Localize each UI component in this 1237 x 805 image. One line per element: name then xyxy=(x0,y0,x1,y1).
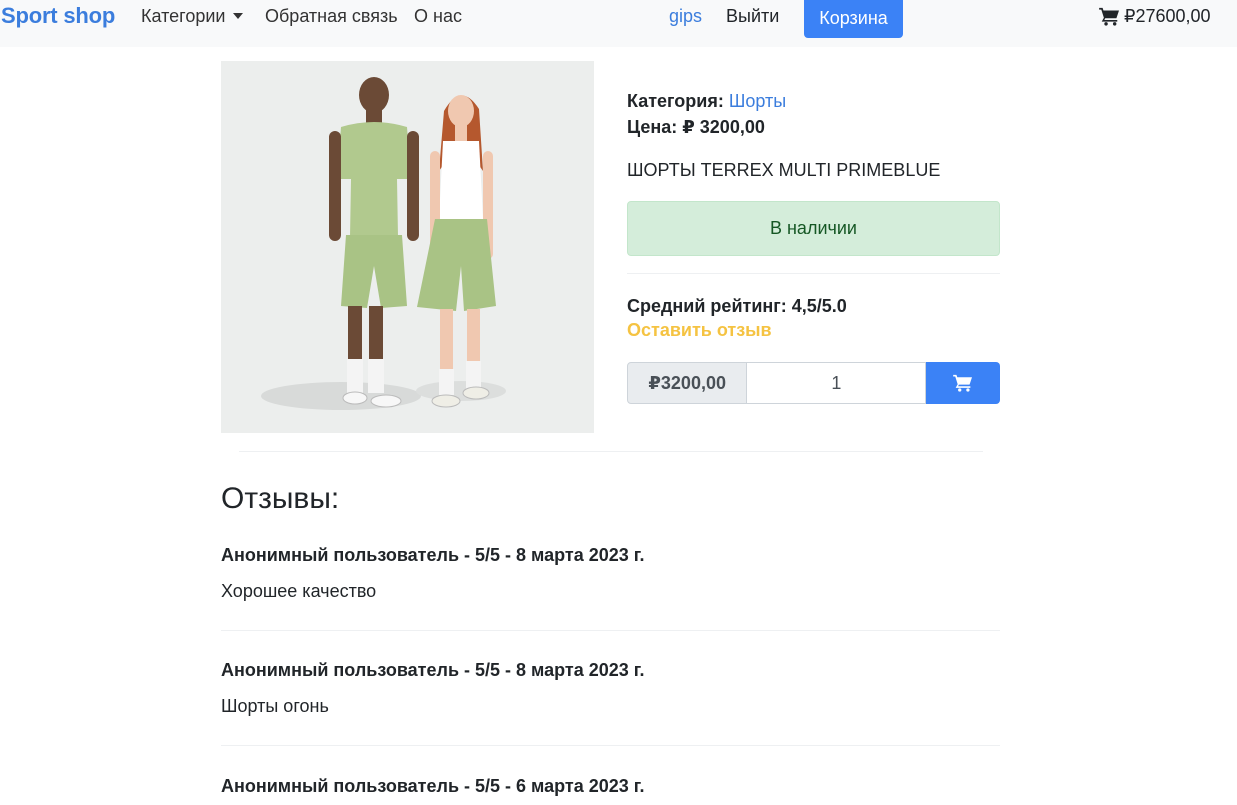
review-item: Анонимный пользователь - 5/5 - 6 марта 2… xyxy=(221,774,1000,798)
divider xyxy=(627,273,1000,274)
review-divider xyxy=(221,630,1000,631)
leave-review-link[interactable]: Оставить отзыв xyxy=(627,320,772,341)
category-link[interactable]: Шорты xyxy=(729,91,786,111)
caret-down-icon xyxy=(233,13,244,19)
logout-link[interactable]: Выйти xyxy=(726,6,779,27)
review-header: Анонимный пользователь - 5/5 - 6 марта 2… xyxy=(221,776,645,796)
review-header: Анонимный пользователь - 5/5 - 8 марта 2… xyxy=(221,660,645,680)
quantity-input[interactable] xyxy=(747,362,927,404)
nav-feedback-link[interactable]: Обратная связь xyxy=(265,6,398,27)
shopping-cart-icon xyxy=(953,374,973,392)
nav-categories-dropdown[interactable]: Категории xyxy=(141,6,244,27)
cart-button[interactable]: Корзина xyxy=(804,0,903,38)
nav-about-link[interactable]: О нас xyxy=(414,6,462,27)
product-price: Цена: ₽ 3200,00 xyxy=(627,117,765,137)
add-to-cart-group: ₽3200,00 xyxy=(627,362,1000,404)
product-photo-illustration xyxy=(261,77,506,410)
review-text: Хорошее качество xyxy=(221,581,377,601)
stock-status-alert: В наличии xyxy=(627,201,1000,256)
section-divider xyxy=(239,451,983,452)
product-name: ШОРТЫ TERREX MULTI PRIMEBLUE xyxy=(627,160,941,180)
user-profile-link[interactable]: gips xyxy=(669,6,702,27)
review-text: Шорты огонь xyxy=(221,696,329,716)
brand-logo-link[interactable]: Sport shop xyxy=(1,3,115,29)
add-to-cart-button[interactable] xyxy=(926,362,1000,404)
review-header: Анонимный пользователь - 5/5 - 8 марта 2… xyxy=(221,545,645,565)
review-divider xyxy=(221,745,1000,746)
shopping-cart-icon xyxy=(1099,7,1119,26)
reviews-heading: Отзывы: xyxy=(221,482,340,515)
top-navbar: Sport shop Категории Обратная связь О на… xyxy=(0,0,1237,47)
average-rating: Средний рейтинг: 4,5/5.0 xyxy=(627,296,847,316)
review-item: Анонимный пользователь - 5/5 - 8 марта 2… xyxy=(221,543,1000,603)
nav-categories-label: Категории xyxy=(141,6,226,26)
product-image xyxy=(221,61,594,433)
product-info: Категория: Шорты Цена: ₽ 3200,00 xyxy=(627,88,1000,140)
category-label: Категория: xyxy=(627,91,724,111)
cart-total-amount: ₽27600,00 xyxy=(1124,6,1211,26)
price-addon: ₽3200,00 xyxy=(627,362,748,404)
review-item: Анонимный пользователь - 5/5 - 8 марта 2… xyxy=(221,658,1000,718)
product-category: Категория: Шорты xyxy=(627,88,1000,114)
cart-total-link[interactable]: ₽27600,00 xyxy=(1099,6,1211,27)
